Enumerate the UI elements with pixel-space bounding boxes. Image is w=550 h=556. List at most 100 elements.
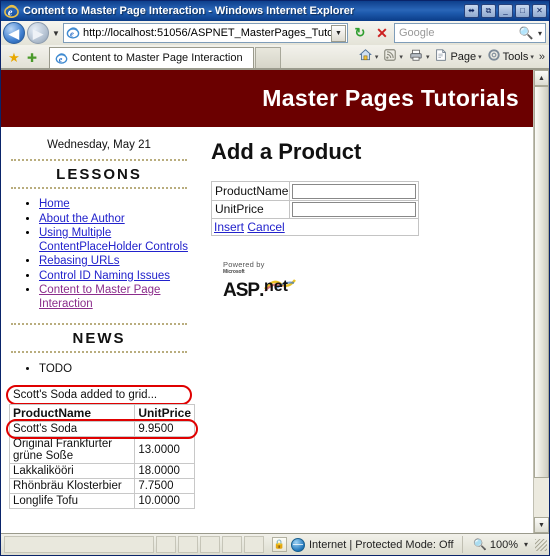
- lock-icon: 🔒: [272, 537, 287, 552]
- recent-pages-caret-icon[interactable]: ▼: [51, 29, 61, 38]
- divider: [11, 187, 187, 189]
- rss-feed-icon: [383, 48, 397, 67]
- lesson-link-0[interactable]: Home: [39, 198, 70, 210]
- scrollbar-thumb[interactable]: [534, 86, 549, 479]
- minimize-button[interactable]: _: [498, 4, 513, 18]
- form-row: UnitPrice: [210, 199, 420, 219]
- lesson-link-2[interactable]: Using Multiple ContentPlaceHolder Contro…: [39, 227, 188, 253]
- page-caret-icon[interactable]: ▾: [478, 53, 482, 61]
- table-row: Lakkalikööri 18.0000: [8, 463, 195, 479]
- refresh-button[interactable]: ↻: [350, 23, 370, 43]
- site-banner: Master Pages Tutorials: [1, 70, 533, 127]
- vertical-scrollbar[interactable]: ▲ ▼: [533, 70, 549, 533]
- feeds-caret-icon[interactable]: ▾: [399, 53, 403, 61]
- cell-product-name: Lakkalikööri: [8, 463, 136, 479]
- address-bar[interactable]: e http://localhost:51056/ASPNET_MasterPa…: [63, 23, 348, 43]
- list-item: Using Multiple ContentPlaceHolder Contro…: [39, 227, 189, 254]
- restore-down-button[interactable]: ⬌: [464, 4, 479, 18]
- news-item: TODO: [39, 363, 189, 375]
- page-viewport: Master Pages Tutorials Wednesday, May 21…: [1, 69, 549, 533]
- form-actions-row: Insert Cancel: [210, 218, 420, 236]
- print-caret-icon[interactable]: ▾: [426, 53, 430, 61]
- stop-button[interactable]: ✕: [372, 23, 392, 43]
- table-row: Scott's Soda 9.9500: [8, 421, 195, 437]
- print-button[interactable]: ▾: [406, 48, 432, 67]
- news-heading: NEWS: [72, 330, 126, 347]
- zoom-control[interactable]: 🔍 100% ▾: [462, 536, 531, 553]
- tools-menu-button[interactable]: Tools ▾: [485, 48, 536, 67]
- stop-icon: ✕: [376, 24, 388, 41]
- status-message-container: Scott's Soda added to grid...: [6, 385, 192, 405]
- zoom-caret-icon[interactable]: ▾: [521, 540, 531, 549]
- maximize-button[interactable]: □: [515, 4, 530, 18]
- tools-caret-icon[interactable]: ▾: [530, 53, 534, 61]
- forward-arrow-icon: ▶: [33, 25, 43, 41]
- page-title: Add a Product: [211, 139, 362, 164]
- search-box[interactable]: Google 🔍 ▾: [394, 23, 546, 43]
- status-panel: [222, 536, 242, 553]
- scrollbar-track[interactable]: [534, 86, 549, 517]
- grid-column-header: ProductName: [8, 404, 136, 422]
- resize-grip[interactable]: [535, 538, 547, 551]
- grid-column-header: UnitPrice: [134, 404, 195, 422]
- home-caret-icon[interactable]: ▾: [375, 53, 379, 61]
- sidebar: Wednesday, May 21 LESSONS Home About the …: [1, 127, 198, 509]
- list-item: About the Author: [39, 213, 189, 227]
- command-bar-overflow-icon[interactable]: »: [537, 51, 545, 63]
- table-row: Longlife Tofu 10.0000: [8, 493, 195, 509]
- back-button[interactable]: ◀: [3, 22, 25, 44]
- browser-window: e Content to Master Page Interaction - W…: [0, 0, 550, 556]
- scroll-up-button[interactable]: ▲: [534, 70, 549, 86]
- cell-product-name: Original Frankfurter grüne Soße: [8, 436, 136, 464]
- feeds-button[interactable]: ▾: [381, 48, 405, 67]
- field-label-0: ProductName: [210, 181, 291, 201]
- command-bar: ▾ ▾ ▾ Page ▾ Tools ▾ »: [356, 46, 549, 68]
- svg-text:net: net: [264, 278, 289, 294]
- lessons-list: Home About the Author Using Multiple Conte…: [9, 198, 189, 311]
- scroll-down-button[interactable]: ▼: [534, 517, 549, 533]
- cell-product-name: Rhönbräu Klosterbier: [8, 478, 136, 494]
- restore-button[interactable]: ⧉: [481, 4, 496, 18]
- lesson-link-3[interactable]: Rebasing URLs: [39, 255, 120, 267]
- insert-link[interactable]: Insert: [214, 220, 244, 234]
- news-list: TODO: [9, 363, 189, 375]
- address-dropdown-icon[interactable]: ▼: [331, 24, 346, 42]
- cell-unit-price: 7.7500: [134, 478, 195, 494]
- cell-unit-price: 9.9500: [134, 421, 195, 437]
- close-button[interactable]: ✕: [532, 4, 547, 18]
- security-zone-panel[interactable]: 🔒 Internet | Protected Mode: Off: [272, 537, 462, 552]
- home-icon: [358, 48, 373, 67]
- cancel-link[interactable]: Cancel: [247, 220, 284, 234]
- tools-menu-label: Tools: [502, 51, 529, 63]
- search-input[interactable]: Google: [395, 27, 517, 39]
- window-title: Content to Master Page Interaction - Win…: [23, 5, 355, 17]
- page-document-icon: [434, 48, 448, 67]
- list-item: Home: [39, 198, 189, 212]
- lesson-link-5[interactable]: Content to Master Page Interaction: [39, 284, 160, 310]
- search-provider-caret-icon[interactable]: ▾: [535, 29, 545, 38]
- current-date: Wednesday, May 21: [47, 139, 151, 151]
- status-message: Scott's Soda added to grid...: [13, 389, 158, 401]
- back-arrow-icon: ◀: [9, 25, 19, 41]
- input-productname[interactable]: [292, 183, 417, 199]
- svg-text:e: e: [70, 29, 74, 39]
- address-text: http://localhost:51056/ASPNET_MasterPage…: [83, 27, 331, 39]
- home-button[interactable]: ▾: [356, 48, 381, 67]
- favorites-center-icon[interactable]: ★: [5, 48, 23, 68]
- divider: [11, 351, 187, 353]
- status-panel: [156, 536, 176, 553]
- lesson-link-1[interactable]: About the Author: [39, 213, 125, 225]
- search-icon[interactable]: 🔍: [517, 26, 535, 40]
- forward-button[interactable]: ▶: [27, 22, 49, 44]
- new-tab-button[interactable]: [254, 47, 281, 68]
- browser-tab[interactable]: e Content to Master Page Interaction: [49, 47, 254, 68]
- lesson-link-4[interactable]: Control ID Naming Issues: [39, 270, 170, 282]
- security-zone-text: Internet | Protected Mode: Off: [309, 538, 454, 551]
- lessons-heading: LESSONS: [56, 166, 142, 183]
- input-unitprice[interactable]: [292, 202, 417, 217]
- content-area: Add a Product ProductName UnitPrice Inser…: [197, 127, 533, 300]
- page-menu-button[interactable]: Page ▾: [432, 48, 483, 67]
- tab-favicon-icon: e: [55, 52, 68, 65]
- logo-net-swoosh-icon: net: [263, 275, 297, 299]
- add-to-favorites-icon[interactable]: ✚: [23, 48, 41, 68]
